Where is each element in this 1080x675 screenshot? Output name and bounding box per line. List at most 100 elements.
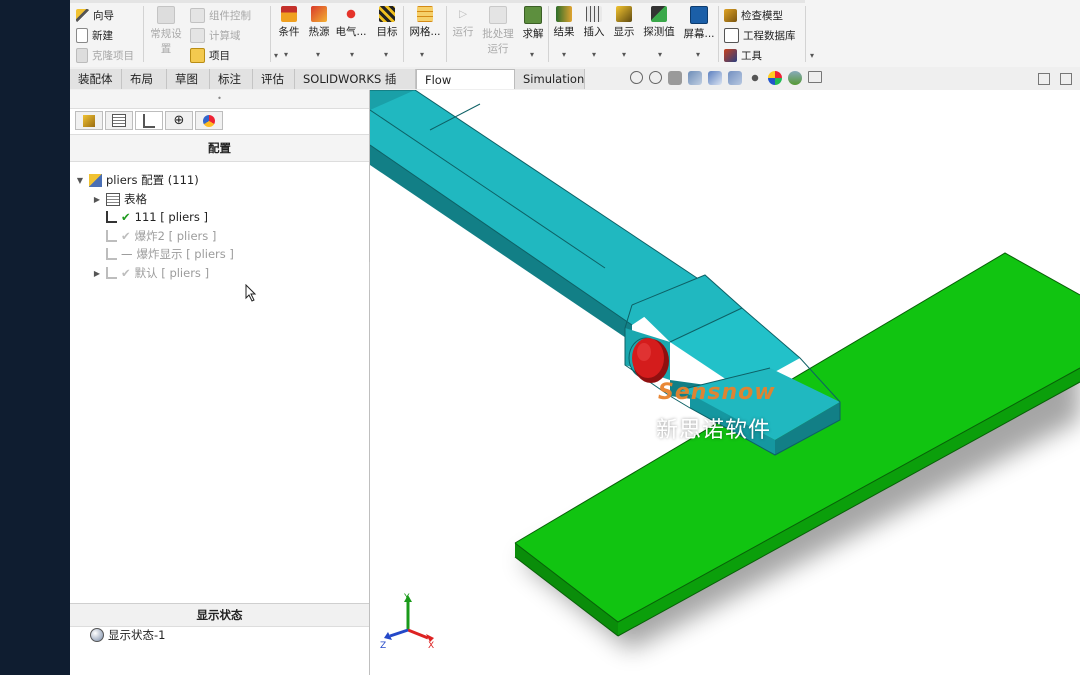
electrical-button[interactable]: 电气... [334, 6, 368, 39]
tree-root-configurations[interactable]: ▼ pliers 配置 (111) [75, 171, 199, 189]
triad-x-label: X [428, 641, 434, 651]
chevron-down-icon: ▾ [810, 50, 815, 60]
tree-item-config-111[interactable]: ✔ 111 [ pliers ] [106, 208, 208, 226]
chevron-down-icon[interactable]: ▾ [622, 50, 626, 59]
tab-layout[interactable]: 布局 [122, 69, 167, 89]
screen-button[interactable]: 屏幕... [681, 6, 717, 41]
computational-domain-label: 计算域 [209, 29, 241, 42]
heat-source-label: 热源 [308, 26, 330, 38]
wizard-button[interactable]: 向导 [76, 6, 114, 24]
goals-button[interactable]: 目标 [370, 6, 404, 39]
engineering-database-label: 工程数据库 [743, 29, 796, 42]
probe-icon [651, 6, 667, 22]
clone-project-button[interactable]: 克隆项目 [76, 46, 134, 64]
tree-item-config-explode2[interactable]: ✔ 爆炸2 [ pliers ] [106, 227, 216, 245]
clone-project-label: 克隆项目 [92, 49, 134, 62]
chevron-down-icon[interactable]: ▾ [592, 50, 596, 59]
tree-item-config-default[interactable]: ▶ ✔ 默认 [ pliers ] [92, 264, 209, 282]
conditions-label: 条件 [278, 26, 300, 38]
configuration-icon [143, 113, 155, 128]
tree-item-label: 默认 [ pliers ] [134, 266, 210, 280]
collapse-icon[interactable]: ▼ [75, 176, 85, 185]
chevron-down-icon[interactable]: ▾ [350, 50, 354, 59]
project-button[interactable]: 项目 ▾ [190, 46, 278, 64]
electrical-icon [343, 6, 359, 22]
tab-property-manager[interactable] [105, 111, 133, 130]
tab-feature-manager[interactable] [75, 111, 103, 130]
display-button[interactable]: 显示 [607, 6, 641, 39]
display-manager-icon [203, 114, 215, 127]
chevron-down-icon[interactable]: ▾ [530, 50, 534, 59]
expand-icon[interactable]: ▶ [92, 195, 102, 204]
electrical-label: 电气... [335, 26, 367, 38]
component-control-button[interactable]: 组件控制 [190, 6, 251, 24]
panel-title: 配置 [70, 134, 369, 162]
expand-icon[interactable]: ▶ [92, 269, 102, 278]
section-view-icon[interactable] [688, 71, 702, 85]
component-control-icon [190, 7, 205, 23]
restore-icon[interactable] [1038, 73, 1050, 85]
window-corner-controls [1038, 73, 1072, 85]
engineering-database-button[interactable]: 工程数据库 [724, 26, 796, 44]
tab-sketch[interactable]: 草图 [167, 69, 210, 89]
results-button[interactable]: 结果 [547, 6, 581, 39]
run-button[interactable]: ▷ 运行 [446, 6, 480, 39]
goals-flag-icon [379, 6, 395, 22]
check-model-button[interactable]: 检查模型 [724, 6, 783, 24]
solve-button[interactable]: 求解 [516, 6, 550, 41]
screen-save-icon [690, 6, 708, 24]
new-label: 新建 [92, 29, 113, 42]
previous-view-icon[interactable] [668, 71, 682, 85]
chevron-down-icon[interactable]: ▾ [658, 50, 662, 59]
probe-button[interactable]: 探测值 [640, 6, 678, 39]
display-style-icon[interactable] [728, 71, 742, 85]
graphics-viewport[interactable]: Sensnow 新思诺软件 Y X Z [370, 90, 1080, 675]
insert-button[interactable]: 插入 [577, 6, 611, 39]
tools-button[interactable]: 工具 ▾ [724, 46, 814, 64]
tree-item-table[interactable]: ▶ 表格 [92, 190, 147, 208]
tab-markup[interactable]: 标注 [210, 69, 253, 89]
tree-item-config-explode-display[interactable]: — 爆炸显示 [ pliers ] [106, 245, 234, 263]
tab-simulation[interactable]: Simulation [515, 69, 585, 89]
tab-assembly[interactable]: 装配体 [70, 69, 122, 89]
maximize-icon[interactable] [1060, 73, 1072, 85]
view-settings-icon[interactable] [808, 71, 822, 83]
ribbon-separator [718, 6, 719, 62]
chevron-down-icon[interactable]: ▾ [384, 50, 388, 59]
conditions-button[interactable]: 条件 [272, 6, 306, 39]
screen-label: 屏幕... [683, 28, 715, 40]
chevron-down-icon[interactable]: ▾ [316, 50, 320, 59]
computational-domain-button[interactable]: 计算域 [190, 26, 241, 44]
view-orientation-icon[interactable] [708, 71, 722, 85]
command-manager-ribbon: 向导 新建 克隆项目 常规设 置 组件控制 计算域 项目 ▾ 条件 热源 电气.… [70, 0, 1080, 68]
tools-label: 工具 [741, 49, 762, 62]
edit-appearance-icon[interactable] [768, 71, 782, 85]
chevron-down-icon[interactable]: ▾ [696, 50, 700, 59]
display-state-item[interactable]: 显示状态-1 [90, 626, 165, 644]
tree-item-label: 表格 [124, 192, 147, 206]
chevron-down-icon[interactable]: ▾ [284, 50, 288, 59]
solidworks-window: 向导 新建 克隆项目 常规设 置 组件控制 计算域 项目 ▾ 条件 热源 电气.… [70, 0, 1080, 675]
hide-show-items-icon[interactable] [748, 71, 762, 85]
tab-dimxpert-manager[interactable]: ⊕ [165, 111, 193, 130]
apply-scene-icon[interactable] [788, 71, 802, 85]
config-icon [106, 230, 117, 242]
chevron-down-icon[interactable]: ▾ [420, 50, 424, 59]
general-settings-label-2: 置 [160, 43, 172, 55]
tree-root-label: pliers 配置 (111) [106, 173, 199, 187]
zoom-to-area-icon[interactable] [649, 71, 662, 84]
new-button[interactable]: 新建 [76, 26, 113, 44]
tab-configuration-manager[interactable] [135, 111, 163, 130]
heat-source-button[interactable]: 热源 [302, 6, 336, 39]
chevron-down-icon[interactable]: ▾ [562, 50, 566, 59]
mesh-button[interactable]: 网格... [406, 6, 444, 39]
tab-evaluate[interactable]: 评估 [253, 69, 295, 89]
panel-grip[interactable]: • [70, 90, 369, 109]
batch-run-button[interactable]: 批处理 运行 [480, 6, 516, 56]
zoom-to-fit-icon[interactable] [630, 71, 643, 84]
tab-solidworks-addins[interactable]: SOLIDWORKS 插件 [295, 69, 416, 106]
tab-display-manager[interactable] [195, 111, 223, 130]
tree-item-label: 爆炸2 [ pliers ] [134, 229, 217, 243]
general-settings-button[interactable]: 常规设 置 [148, 6, 184, 56]
tab-flow-simulation[interactable]: Flow Simulation [416, 69, 515, 107]
